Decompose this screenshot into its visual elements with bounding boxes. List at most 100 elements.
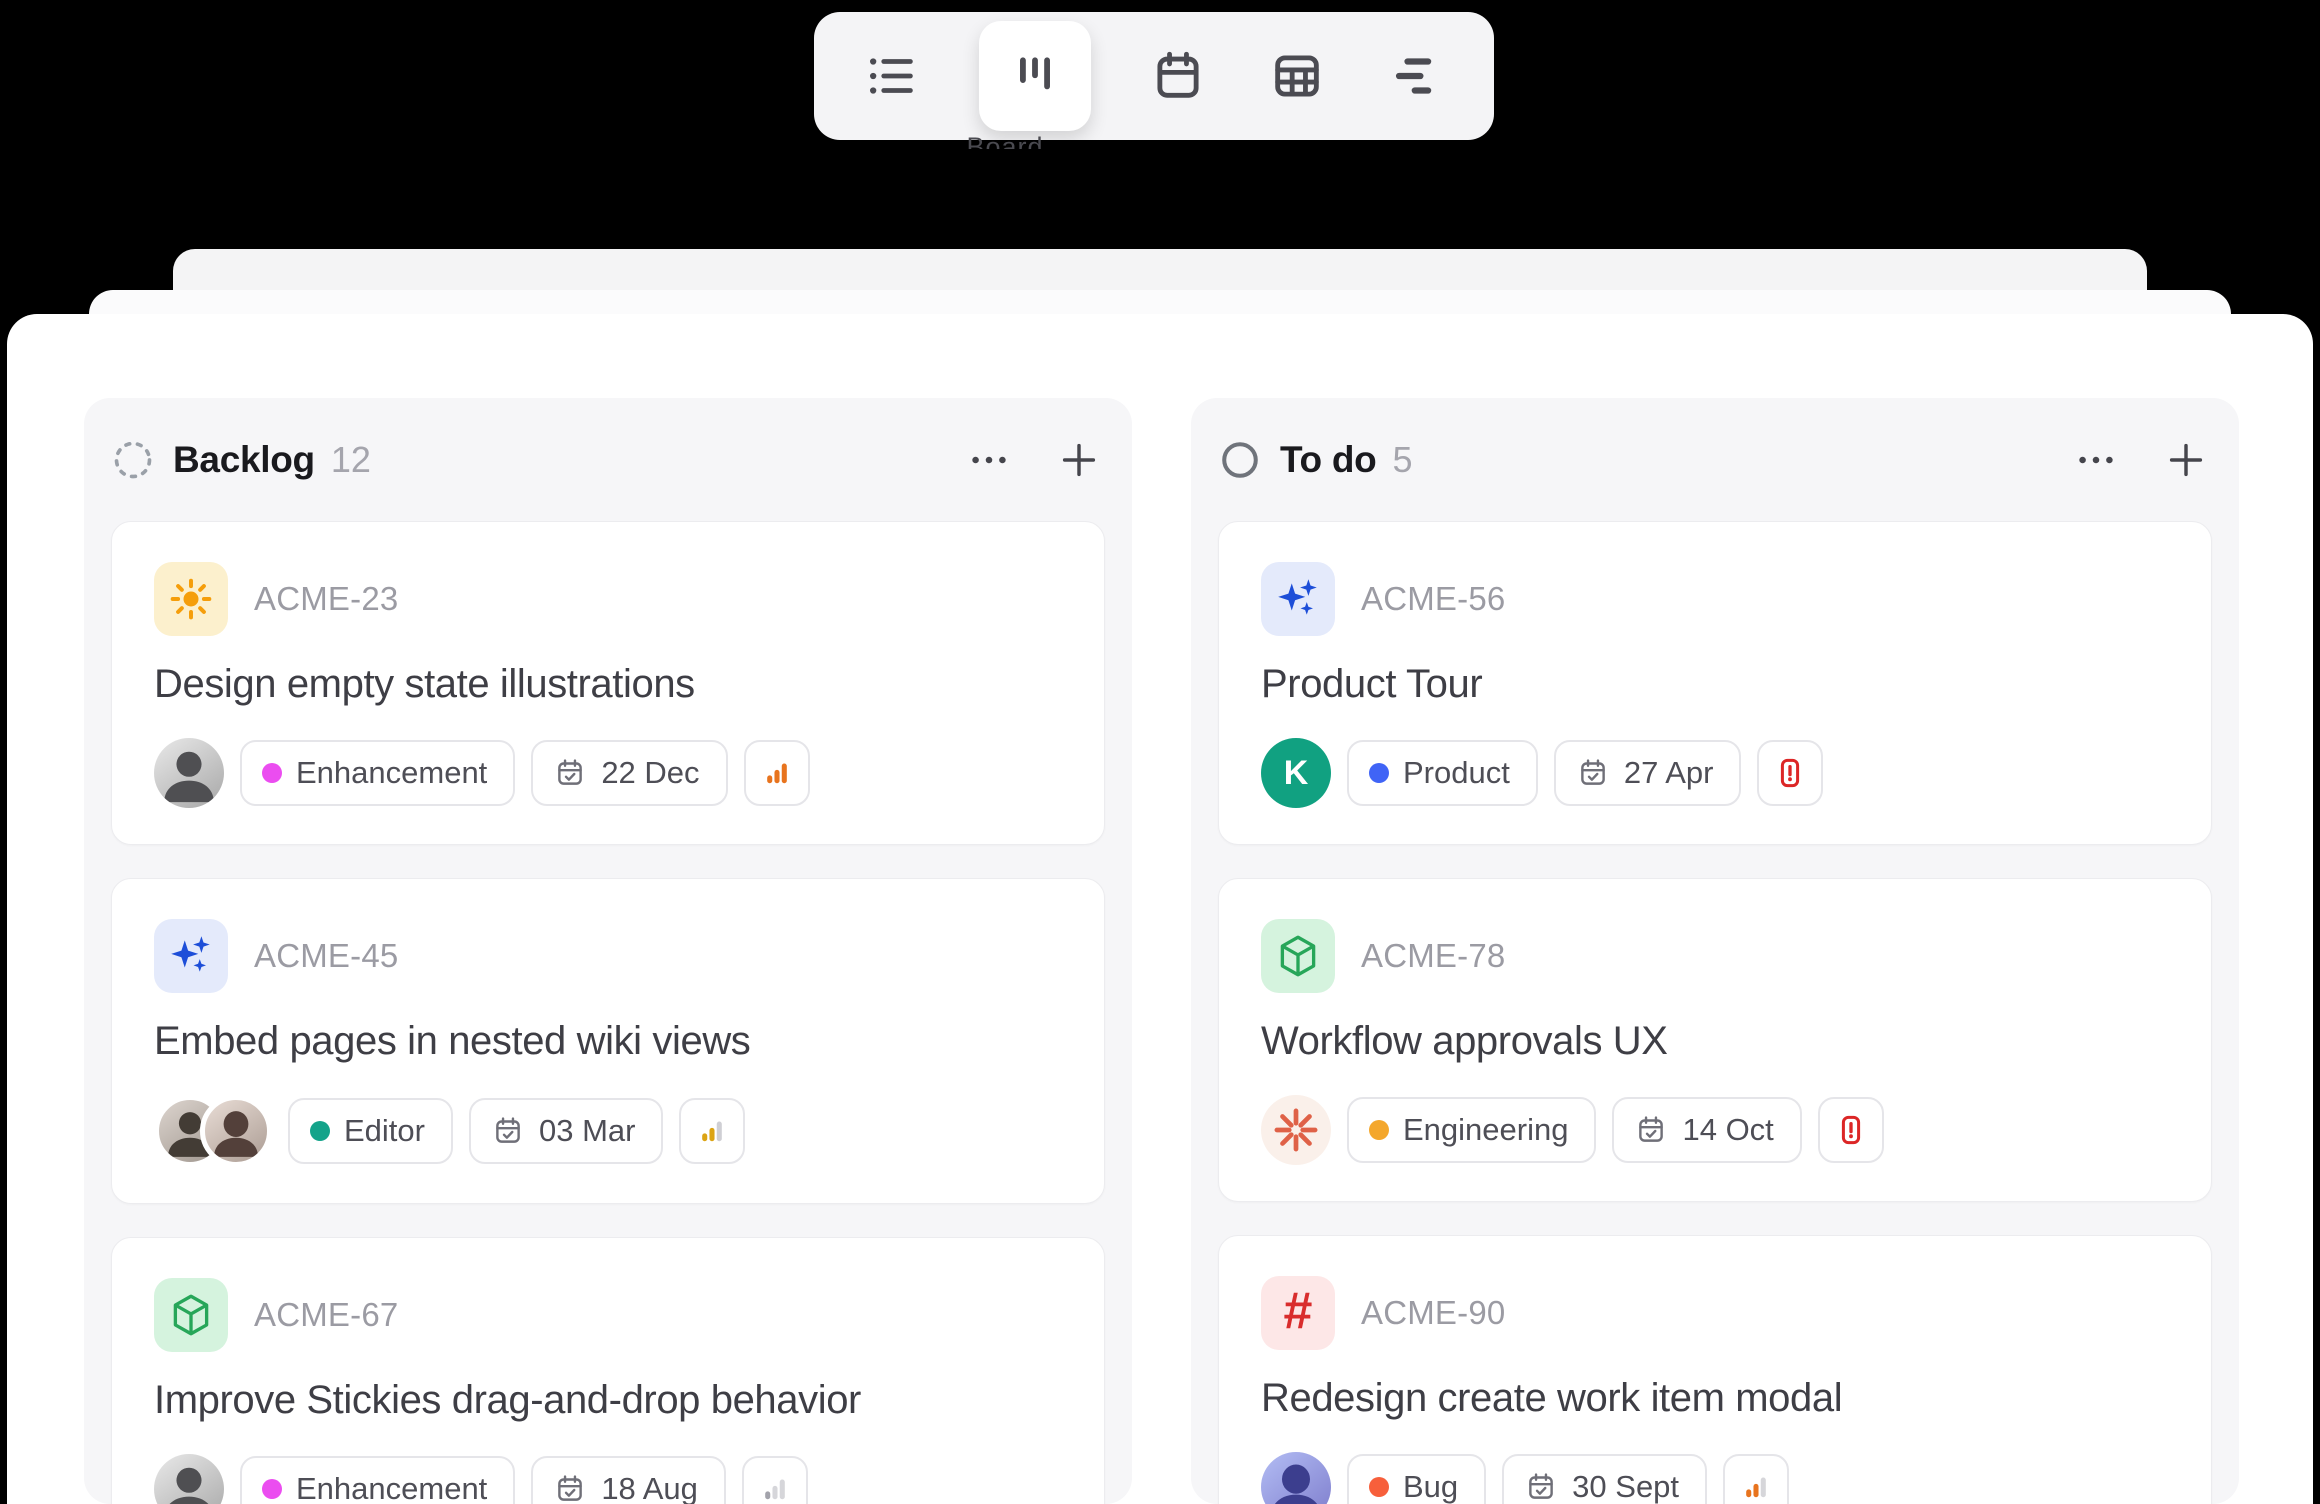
due-date-chip[interactable]: 27 Apr	[1554, 740, 1742, 806]
label-text: Editor	[344, 1113, 425, 1149]
priority-chip-medium[interactable]	[679, 1098, 745, 1164]
label-dot	[1369, 763, 1389, 783]
priority-bars-icon	[1737, 1468, 1775, 1504]
board-view-button-selected[interactable]	[979, 21, 1091, 131]
work-item-title: Workflow approvals UX	[1261, 1017, 2169, 1065]
assignee-avatar	[1261, 1452, 1331, 1504]
column-header: Backlog 12	[111, 398, 1105, 521]
work-item-title: Product Tour	[1261, 660, 2169, 708]
card-acme-67[interactable]: ACME-67 Improve Stickies drag-and-drop b…	[111, 1237, 1105, 1504]
label-chip[interactable]: Editor	[288, 1098, 453, 1164]
urgent-exclamation-icon	[1832, 1111, 1870, 1149]
avatar-initial-letter: K	[1284, 754, 1309, 793]
calendar-check-icon	[1576, 756, 1610, 790]
card-list: ACME-23 Design empty state illustrations…	[111, 521, 1105, 1504]
priority-chip-high[interactable]	[744, 740, 810, 806]
priority-bars-icon	[693, 1112, 731, 1150]
column-header: To do 5	[1218, 398, 2212, 521]
label-text: Bug	[1403, 1469, 1458, 1504]
label-text: Enhancement	[296, 755, 487, 791]
assignee-avatar-logo	[1261, 1095, 1331, 1165]
label-chip[interactable]: Enhancement	[240, 740, 515, 806]
calendar-check-icon	[553, 756, 587, 790]
ellipsis-icon	[2073, 437, 2119, 483]
label-dot	[1369, 1120, 1389, 1140]
work-item-title: Improve Stickies drag-and-drop behavior	[154, 1376, 1062, 1424]
due-date-text: 14 Oct	[1682, 1112, 1773, 1148]
hash-glyph: #	[1284, 1285, 1313, 1337]
due-date-chip[interactable]: 30 Sept	[1502, 1454, 1707, 1504]
clipped-tooltip-text: Board	[930, 134, 1080, 149]
label-dot	[262, 763, 282, 783]
due-date-chip[interactable]: 22 Dec	[531, 740, 727, 806]
sparkles-icon	[154, 919, 228, 993]
label-dot	[310, 1121, 330, 1141]
column-title: Backlog	[173, 439, 315, 481]
calendar-view-icon	[1149, 47, 1207, 105]
calendar-check-icon	[1634, 1113, 1668, 1147]
sun-icon	[154, 562, 228, 636]
due-date-chip[interactable]: 14 Oct	[1612, 1097, 1801, 1163]
priority-chip-urgent[interactable]	[1818, 1097, 1884, 1163]
work-item-id: ACME-67	[254, 1296, 398, 1334]
assignee-avatar-initial: K	[1261, 738, 1331, 808]
label-chip[interactable]: Product	[1347, 740, 1538, 806]
calendar-check-icon	[491, 1114, 525, 1148]
calendar-check-icon	[1524, 1470, 1558, 1504]
column-count: 5	[1392, 439, 1412, 481]
label-text: Product	[1403, 755, 1510, 791]
card-acme-45[interactable]: ACME-45 Embed pages in nested wiki views	[111, 878, 1105, 1204]
board-view-icon	[1006, 47, 1064, 105]
timeline-view-button[interactable]	[1384, 44, 1448, 108]
due-date-text: 18 Aug	[601, 1471, 698, 1504]
due-date-text: 27 Apr	[1624, 755, 1714, 791]
due-date-text: 30 Sept	[1572, 1469, 1679, 1504]
priority-chip-medium[interactable]	[1723, 1454, 1789, 1504]
work-item-id: ACME-45	[254, 937, 398, 975]
label-chip[interactable]: Engineering	[1347, 1097, 1596, 1163]
due-date-text: 03 Mar	[539, 1113, 635, 1149]
work-item-title: Redesign create work item modal	[1261, 1374, 2169, 1422]
label-chip[interactable]: Bug	[1347, 1454, 1486, 1504]
work-item-id: ACME-56	[1361, 580, 1505, 618]
assignee-avatar	[200, 1095, 272, 1167]
assignee-avatar	[154, 1454, 224, 1504]
column-count: 12	[331, 439, 371, 481]
work-item-id: ACME-23	[254, 580, 398, 618]
due-date-text: 22 Dec	[601, 755, 699, 791]
column-add-button[interactable]	[2160, 434, 2212, 486]
calendar-check-icon	[553, 1472, 587, 1504]
starburst-icon	[1269, 1103, 1323, 1157]
priority-chip-low[interactable]	[742, 1456, 808, 1504]
column-more-button[interactable]	[2070, 434, 2122, 486]
due-date-chip[interactable]: 18 Aug	[531, 1456, 726, 1504]
column-more-button[interactable]	[963, 434, 1015, 486]
table-view-button[interactable]	[1265, 44, 1329, 108]
table-view-icon	[1268, 47, 1326, 105]
label-text: Engineering	[1403, 1112, 1568, 1148]
cube-icon	[154, 1278, 228, 1352]
urgent-exclamation-icon	[1771, 754, 1809, 792]
card-acme-56[interactable]: ACME-56 Product Tour K Product	[1218, 521, 2212, 845]
column-add-button[interactable]	[1053, 434, 1105, 486]
due-date-chip[interactable]: 03 Mar	[469, 1098, 663, 1164]
label-chip[interactable]: Enhancement	[240, 1456, 515, 1504]
plus-icon	[2163, 437, 2209, 483]
priority-bars-icon	[758, 754, 796, 792]
priority-chip-urgent[interactable]	[1757, 740, 1823, 806]
work-item-title: Embed pages in nested wiki views	[154, 1017, 1062, 1065]
calendar-view-button[interactable]	[1146, 44, 1210, 108]
assignee-avatar-stack	[154, 1095, 272, 1167]
todo-status-icon	[1218, 438, 1262, 482]
cube-icon	[1261, 919, 1335, 993]
card-acme-90[interactable]: # ACME-90 Redesign create work item moda…	[1218, 1235, 2212, 1504]
card-acme-23[interactable]: ACME-23 Design empty state illustrations…	[111, 521, 1105, 845]
label-dot	[262, 1479, 282, 1499]
plus-icon	[1056, 437, 1102, 483]
timeline-view-icon	[1387, 47, 1445, 105]
priority-bars-icon	[756, 1470, 794, 1504]
work-item-title: Design empty state illustrations	[154, 660, 1062, 708]
list-view-button[interactable]	[860, 44, 924, 108]
label-text: Enhancement	[296, 1471, 487, 1504]
card-acme-78[interactable]: ACME-78 Workflow approvals UX Engineerin…	[1218, 878, 2212, 1202]
